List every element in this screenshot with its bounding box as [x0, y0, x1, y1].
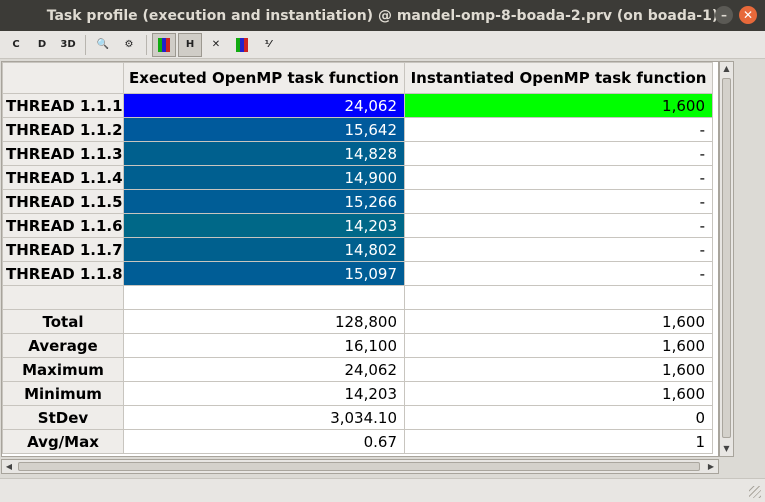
stat-cell-executed: 16,100	[123, 333, 405, 358]
color-bars-icon-swatch	[158, 37, 170, 52]
stat-cell-instantiated: 1,600	[404, 333, 713, 358]
hide-empty-icon[interactable]: ✕	[204, 33, 228, 57]
fraction-icon[interactable]: ⅟	[256, 33, 280, 57]
table-row: THREAD 1.1.2 15,642-	[2, 117, 713, 142]
spacer-row-header	[2, 285, 124, 310]
stat-row-header: Average	[2, 333, 124, 358]
title-bar: Task profile (execution and instantiatio…	[0, 0, 765, 31]
ctrl-window-icon[interactable]: C	[4, 33, 28, 57]
gear-icon[interactable]: ⚙	[117, 33, 141, 57]
horizontal-scroll-thumb[interactable]	[18, 462, 700, 471]
horizontal-icon[interactable]: H	[178, 32, 202, 57]
window-title: Task profile (execution and instantiatio…	[46, 7, 719, 24]
resize-grip-icon[interactable]	[749, 486, 761, 498]
row-header-thread[interactable]: THREAD 1.1.2	[2, 117, 124, 142]
minimize-button[interactable]: –	[715, 6, 733, 24]
cell-instantiated[interactable]: -	[404, 141, 713, 166]
cell-instantiated[interactable]: 1,600	[404, 93, 713, 118]
stat-row: Maximum 24,062 1,600	[2, 357, 713, 382]
stat-cell-executed: 128,800	[123, 309, 405, 334]
stat-row: Minimum 14,203 1,600	[2, 381, 713, 406]
scroll-right-arrow-icon[interactable]: ▶	[704, 460, 718, 473]
scroll-down-arrow-icon[interactable]: ▼	[720, 442, 733, 456]
cell-instantiated[interactable]: -	[404, 165, 713, 190]
scroll-up-arrow-icon[interactable]: ▲	[720, 62, 733, 76]
semantic-bars-icon[interactable]	[230, 33, 254, 57]
spacer-cell	[404, 285, 713, 310]
stat-row-header: Minimum	[2, 381, 124, 406]
stat-row: StDev 3,034.10 0	[2, 405, 713, 430]
vertical-scroll-thumb[interactable]	[722, 78, 731, 438]
status-bar	[0, 478, 765, 502]
magnifier-icon[interactable]: 🔍	[91, 33, 115, 57]
stat-cell-instantiated: 0	[404, 405, 713, 430]
scroll-left-arrow-icon[interactable]: ◀	[2, 460, 16, 473]
stat-row: Avg/Max 0.67 1	[2, 429, 713, 454]
stat-cell-executed: 24,062	[123, 357, 405, 382]
stat-cell-executed: 0.67	[123, 429, 405, 454]
spacer-row	[2, 285, 713, 310]
table-row: THREAD 1.1.6 14,203-	[2, 213, 713, 238]
window-controls: – ✕	[715, 6, 757, 24]
cell-executed[interactable]: 15,642	[123, 117, 405, 142]
color-bars-icon[interactable]	[152, 32, 176, 57]
spacer-cell	[123, 285, 405, 310]
row-header-thread[interactable]: THREAD 1.1.6	[2, 213, 124, 238]
stat-cell-executed: 14,203	[123, 381, 405, 406]
row-header-thread[interactable]: THREAD 1.1.7	[2, 237, 124, 262]
stat-cell-instantiated: 1,600	[404, 309, 713, 334]
column-header-instantiated[interactable]: Instantiated OpenMP task function	[404, 62, 713, 94]
stat-row-header: Avg/Max	[2, 429, 124, 454]
stat-row-header: Maximum	[2, 357, 124, 382]
table-row: THREAD 1.1.3 14,828-	[2, 141, 713, 166]
cell-executed[interactable]: 14,802	[123, 237, 405, 262]
stat-row-header: StDev	[2, 405, 124, 430]
semantic-bars-icon-swatch	[236, 37, 248, 52]
table-row: THREAD 1.1.4 14,900-	[2, 165, 713, 190]
row-header-thread[interactable]: THREAD 1.1.3	[2, 141, 124, 166]
row-header-thread[interactable]: THREAD 1.1.8	[2, 261, 124, 286]
row-header-thread[interactable]: THREAD 1.1.5	[2, 189, 124, 214]
stat-cell-instantiated: 1	[404, 429, 713, 454]
cell-instantiated[interactable]: -	[404, 213, 713, 238]
cell-executed[interactable]: 14,828	[123, 141, 405, 166]
stat-cell-instantiated: 1,600	[404, 381, 713, 406]
cell-instantiated[interactable]: -	[404, 237, 713, 262]
table-row: THREAD 1.1.8 15,097-	[2, 261, 713, 286]
histogram-table: Executed OpenMP task function Instantiat…	[2, 62, 713, 454]
table-row: THREAD 1.1.7 14,802-	[2, 237, 713, 262]
column-header-executed[interactable]: Executed OpenMP task function	[123, 62, 405, 94]
toolbar-separator	[85, 34, 86, 55]
cell-executed[interactable]: 15,097	[123, 261, 405, 286]
histogram-table-view: Executed OpenMP task function Instantiat…	[1, 61, 719, 457]
cell-executed[interactable]: 15,266	[123, 189, 405, 214]
toolbar-separator	[146, 34, 147, 55]
row-header-thread[interactable]: THREAD 1.1.4	[2, 165, 124, 190]
3d-icon[interactable]: 3D	[56, 33, 80, 57]
horizontal-scrollbar[interactable]: ◀ ▶	[1, 459, 719, 474]
data-window-icon[interactable]: D	[30, 33, 54, 57]
close-button[interactable]: ✕	[739, 6, 757, 24]
stat-cell-executed: 3,034.10	[123, 405, 405, 430]
stat-row: Average 16,100 1,600	[2, 333, 713, 358]
table-corner	[2, 62, 124, 94]
stat-cell-instantiated: 1,600	[404, 357, 713, 382]
cell-instantiated[interactable]: -	[404, 189, 713, 214]
row-header-thread[interactable]: THREAD 1.1.1	[2, 93, 124, 118]
table-row: THREAD 1.1.1 24,062 1,600	[2, 93, 713, 118]
stat-row-header: Total	[2, 309, 124, 334]
cell-instantiated[interactable]: -	[404, 117, 713, 142]
cell-executed[interactable]: 14,203	[123, 213, 405, 238]
cell-instantiated[interactable]: -	[404, 261, 713, 286]
table-row: THREAD 1.1.5 15,266-	[2, 189, 713, 214]
cell-executed[interactable]: 24,062	[123, 93, 405, 118]
stat-row: Total 128,800 1,600	[2, 309, 713, 334]
cell-executed[interactable]: 14,900	[123, 165, 405, 190]
toolbar: C D 3D 🔍 ⚙ H ✕ ⅟	[0, 31, 765, 59]
vertical-scrollbar[interactable]: ▲ ▼	[719, 61, 734, 457]
